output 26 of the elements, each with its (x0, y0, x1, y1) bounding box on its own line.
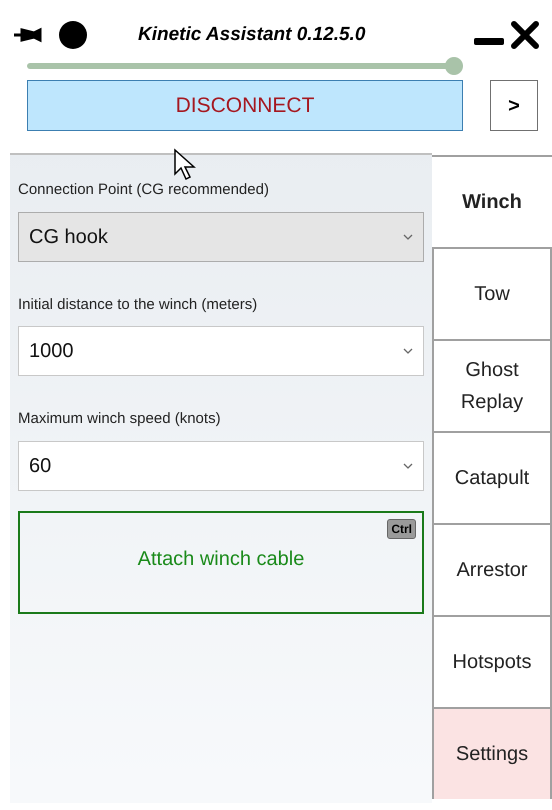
cursor-icon (173, 148, 199, 182)
minimize-icon[interactable] (474, 38, 504, 46)
chevron-down-icon (403, 462, 413, 468)
chevron-down-icon (403, 348, 413, 354)
field-label: Maximum winch speed (knots) (18, 409, 222, 429)
tab[interactable]: Arrestor (432, 523, 552, 615)
tab[interactable]: Hotspots (432, 615, 552, 707)
field-label: Initial distance to the winch (meters) (18, 294, 258, 314)
dropdown-field[interactable]: 1000 (18, 326, 424, 376)
pin-icon[interactable] (12, 26, 44, 44)
tab[interactable]: Tow (432, 247, 552, 339)
expand-button[interactable]: > (490, 80, 538, 131)
dropdown-field[interactable]: 60 (18, 440, 424, 490)
attach-winch-cable-button[interactable]: Attach winch cable Ctrl (18, 510, 424, 614)
ctrl-key-badge: Ctrl (387, 518, 416, 538)
window-title: Kinetic Assistant 0.12.5.0 (138, 22, 366, 47)
dropdown-field[interactable]: CG hook (18, 212, 424, 262)
tab[interactable]: Settings (432, 707, 552, 799)
disconnect-button[interactable]: DISCONNECT (27, 80, 463, 131)
close-icon[interactable] (510, 20, 540, 50)
circle-icon[interactable] (58, 20, 88, 50)
chevron-down-icon (403, 234, 413, 240)
field-label: Connection Point (CG recommended) (18, 180, 270, 200)
slider[interactable] (27, 57, 463, 75)
tab[interactable]: Ghost Replay (432, 339, 552, 431)
tab[interactable]: Catapult (432, 431, 552, 523)
